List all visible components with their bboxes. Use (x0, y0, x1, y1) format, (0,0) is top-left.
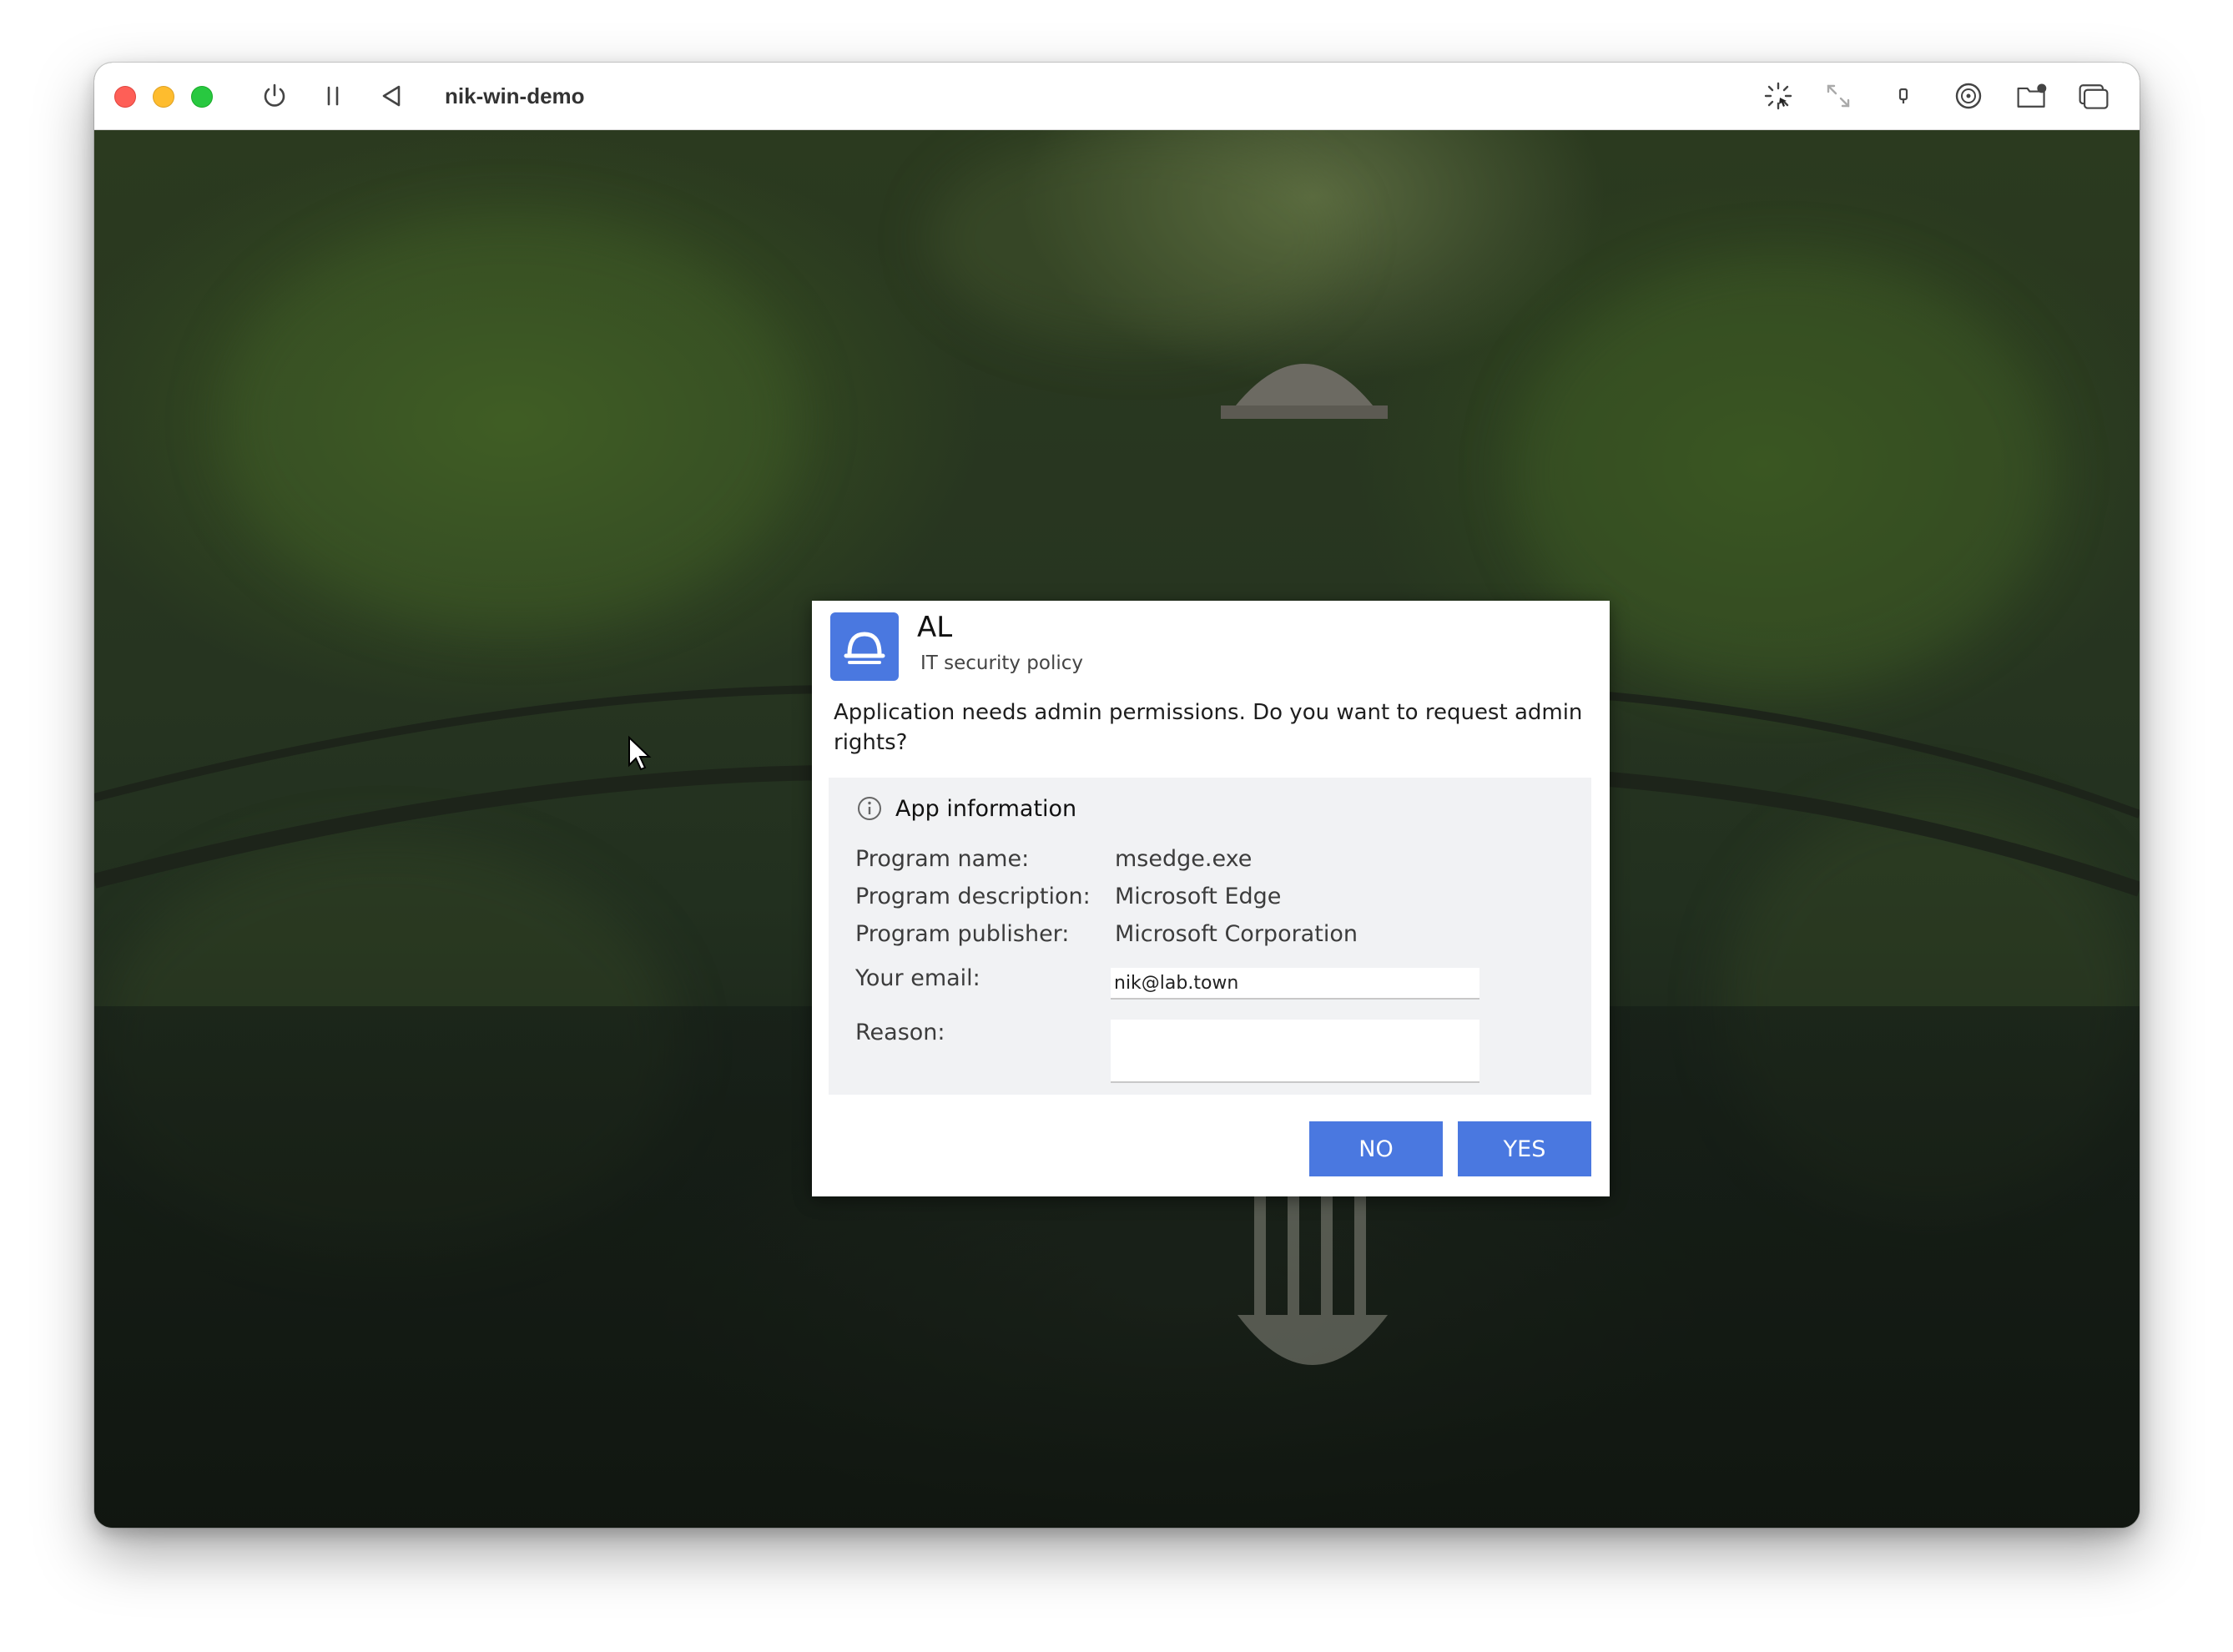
disc-icon (1955, 83, 1982, 109)
activity-button[interactable] (1762, 79, 1795, 113)
back-icon (382, 85, 401, 107)
email-label: Your email: (855, 965, 980, 991)
program-name-value: msedge.exe (1115, 846, 1253, 872)
usb-icon (1898, 88, 1908, 103)
gazebo-dome (1221, 364, 1388, 419)
program-publisher-value: Microsoft Corporation (1115, 921, 1358, 947)
zoom-button[interactable] (191, 86, 213, 108)
app-information-panel: App information Program name: msedge.exe… (829, 778, 1591, 1095)
app-information-heading: App information (855, 794, 1076, 823)
email-field[interactable] (1111, 968, 1479, 1000)
info-icon (855, 794, 884, 823)
shared-folder-button[interactable] (2015, 79, 2049, 113)
resize-button[interactable] (1822, 79, 1855, 113)
program-publisher-label: Program publisher: (855, 921, 1070, 947)
hard-hat-icon (844, 632, 885, 664)
close-button[interactable] (114, 86, 136, 108)
reason-field[interactable] (1111, 1020, 1479, 1083)
minimize-button[interactable] (153, 86, 174, 108)
pause-button[interactable] (316, 79, 350, 113)
no-button[interactable]: NO (1309, 1121, 1443, 1176)
reason-label: Reason: (855, 1020, 945, 1045)
window-title: nik-win-demo (445, 83, 585, 108)
resize-icon (1827, 84, 1850, 108)
permission-message: Application needs admin permissions. Do … (834, 700, 1583, 755)
info-heading-text: App information (895, 795, 1077, 822)
disc-button[interactable] (1952, 79, 1985, 113)
vm-window: nik-win-demo AL IT security policy Appli… (94, 63, 2140, 1528)
power-button[interactable] (258, 79, 291, 113)
app-title: AL (917, 611, 953, 644)
windows-icon (2079, 84, 2109, 109)
app-subtitle: IT security policy (920, 652, 1083, 674)
program-name-label: Program name: (855, 846, 1030, 872)
back-button[interactable] (375, 79, 408, 113)
power-icon (264, 83, 285, 107)
usb-button[interactable] (1887, 79, 1920, 113)
windows-button[interactable] (2077, 79, 2110, 113)
program-description-value: Microsoft Edge (1115, 884, 1282, 909)
program-description-label: Program description: (855, 884, 1091, 909)
titlebar: nik-win-demo (94, 63, 2140, 130)
loading-spinner-icon (1764, 82, 1792, 110)
mouse-pointer-icon (628, 735, 652, 771)
app-logo (830, 612, 899, 681)
pause-icon (327, 86, 339, 106)
shared-folder-icon (2017, 83, 2047, 108)
yes-button[interactable]: YES (1458, 1121, 1591, 1176)
admin-rights-dialog: AL IT security policy Application needs … (812, 601, 1610, 1196)
